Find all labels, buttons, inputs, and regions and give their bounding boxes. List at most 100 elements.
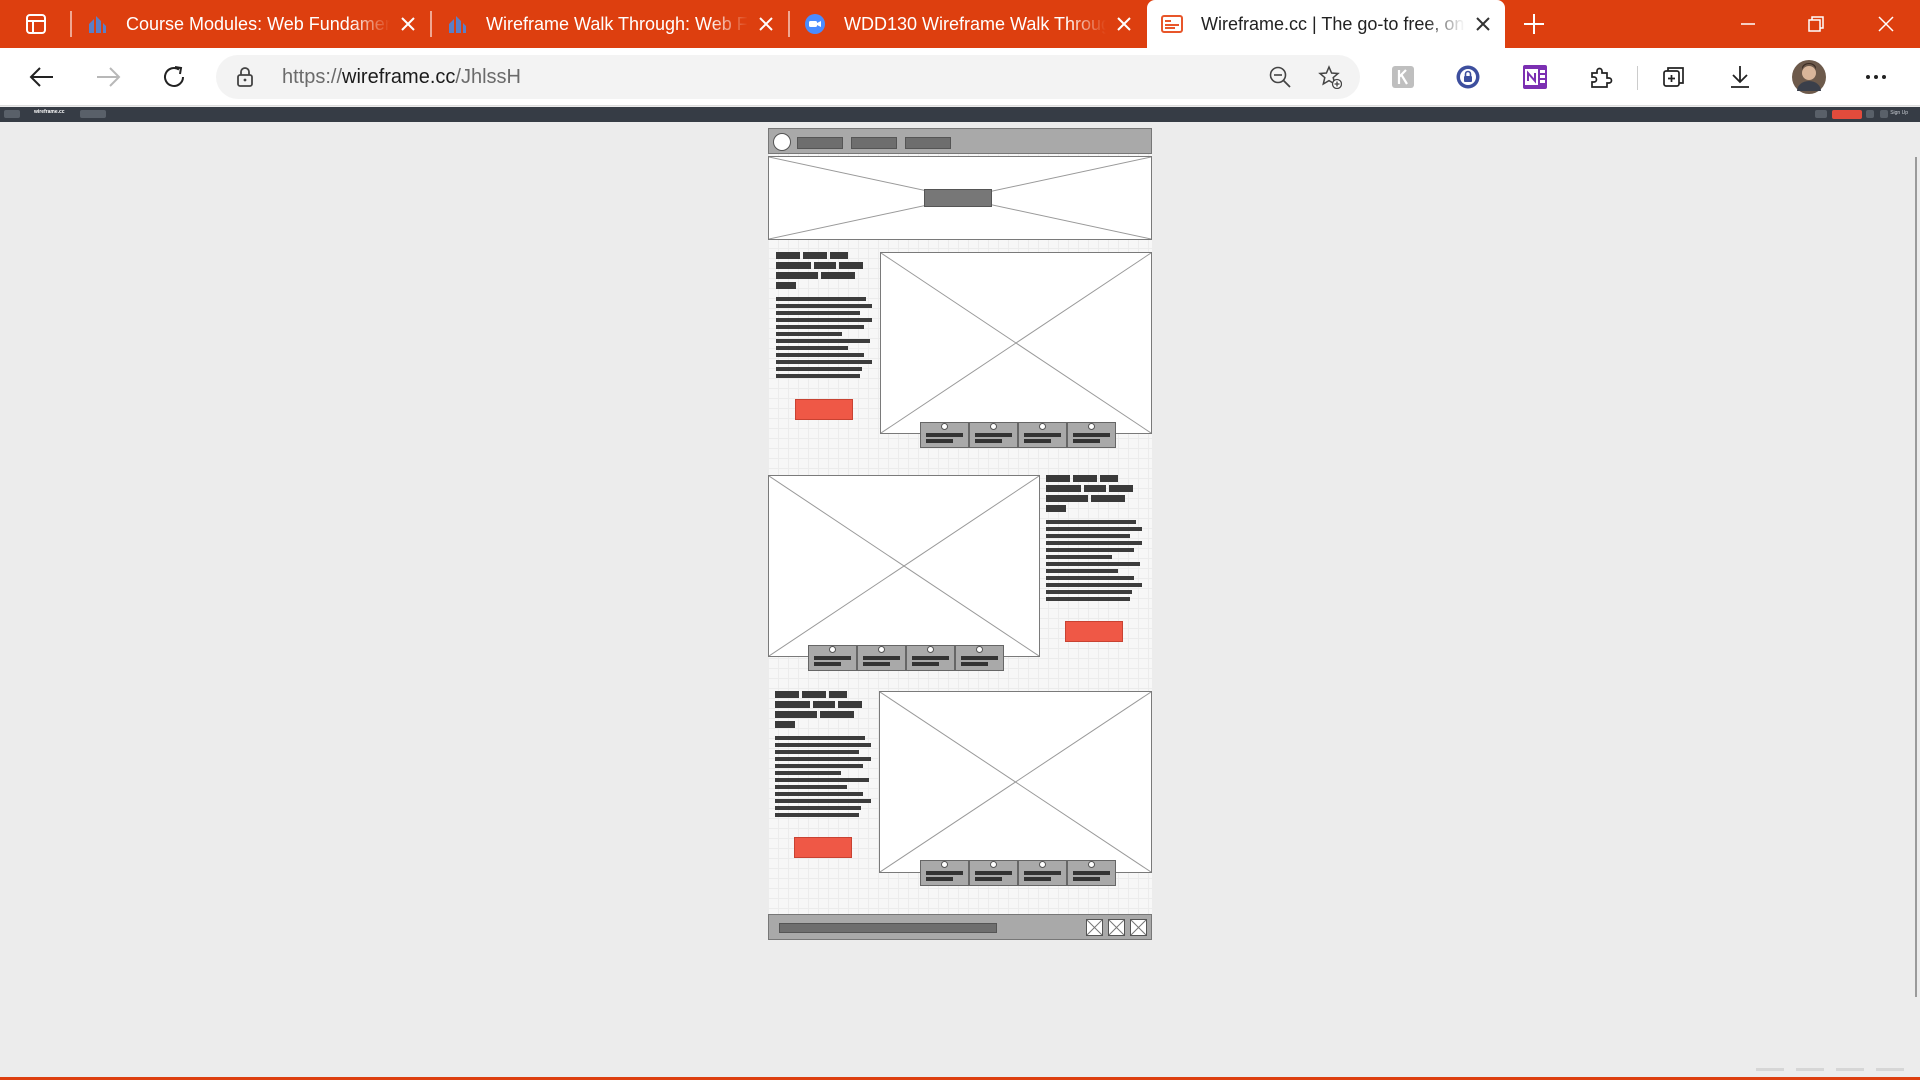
menu-icon[interactable] (4, 110, 20, 118)
wf-nav-link[interactable] (797, 137, 843, 149)
wf-footer[interactable] (768, 914, 1152, 940)
wf-text-block[interactable] (1046, 475, 1146, 601)
close-icon[interactable] (1114, 14, 1134, 34)
wf-carousel-item[interactable] (1067, 860, 1116, 886)
preview-icon[interactable] (1815, 110, 1827, 118)
wf-carousel-item[interactable] (906, 645, 955, 671)
menu-lines-icon[interactable] (1880, 110, 1888, 118)
tab-wireframe-cc[interactable]: Wireframe.cc | The go-to free, online wi… (1147, 0, 1505, 48)
wf-carousel-item[interactable] (920, 860, 969, 886)
onenote-icon (1523, 65, 1547, 89)
canvas-icon (89, 16, 106, 33)
wf-carousel[interactable] (808, 645, 1004, 671)
wf-carousel[interactable] (920, 860, 1116, 886)
save-button[interactable] (1832, 110, 1862, 119)
canvas-icon (449, 16, 466, 33)
tab-strip: Course Modules: Web Fundamentals Wirefra… (0, 0, 1920, 48)
wf-carousel-item[interactable] (857, 645, 906, 671)
tab-title: Wireframe Walk Through: Web Fundamentals (486, 14, 748, 34)
password-manager-button[interactable] (1454, 63, 1482, 91)
refresh-icon (164, 66, 184, 87)
signup-link[interactable]: Sign Up (1890, 110, 1908, 116)
wf-carousel-item[interactable] (969, 422, 1018, 448)
window-close-button[interactable] (1866, 0, 1906, 48)
grid-icon[interactable] (1866, 110, 1874, 118)
status-indicator (1756, 1068, 1784, 1071)
close-icon[interactable] (398, 14, 418, 34)
wf-hero-image-placeholder[interactable] (768, 156, 1152, 240)
wf-social-icon-placeholder[interactable] (1086, 919, 1103, 936)
new-tab-button[interactable] (1514, 0, 1554, 48)
downloads-button[interactable] (1726, 63, 1754, 91)
favorite-add-icon[interactable] (1318, 65, 1342, 89)
wf-carousel[interactable] (920, 422, 1116, 448)
extension-button[interactable] (1389, 63, 1417, 91)
wf-hero-button[interactable] (924, 189, 992, 207)
wf-image-placeholder[interactable] (880, 252, 1152, 434)
password-manager-icon (1456, 65, 1480, 89)
extension-k-icon (1392, 66, 1414, 88)
close-icon (1878, 16, 1894, 32)
avatar (1792, 60, 1826, 94)
wireframe-page[interactable] (768, 128, 1152, 940)
browser-toolbar: https://wireframe.cc/JhlssH (0, 48, 1920, 106)
url-path: /JhlssH (455, 66, 521, 88)
wf-image-placeholder[interactable] (879, 691, 1152, 873)
wf-carousel-item[interactable] (1018, 860, 1067, 886)
profile-button[interactable] (1791, 59, 1827, 95)
tab-wireframe-walkthrough[interactable]: Wireframe Walk Through: Web Fundamentals (432, 0, 788, 48)
restore-button[interactable] (1796, 0, 1836, 48)
extensions-button[interactable] (1587, 63, 1615, 91)
collections-button[interactable] (1660, 63, 1688, 91)
app-brand[interactable]: wireframe.cc (34, 109, 65, 115)
zoom-out-icon[interactable] (1268, 65, 1292, 89)
tab-actions-button[interactable] (16, 0, 56, 48)
tab-title: Wireframe.cc | The go-to free, online wi… (1201, 14, 1465, 34)
wireframe-canvas[interactable] (0, 122, 1920, 1080)
plus-icon (1524, 14, 1544, 34)
wf-social-icon-placeholder[interactable] (1108, 919, 1125, 936)
wf-carousel-item[interactable] (920, 422, 969, 448)
wf-carousel-item[interactable] (1018, 422, 1067, 448)
wf-carousel-item[interactable] (808, 645, 857, 671)
settings-menu-button[interactable] (1862, 63, 1890, 91)
wf-navbar[interactable] (768, 128, 1152, 154)
minimize-button[interactable] (1728, 0, 1768, 48)
wf-nav-link[interactable] (851, 137, 897, 149)
url-prefix: https:// (282, 66, 343, 88)
tab-actions-icon (26, 14, 46, 34)
url-text[interactable]: https://wireframe.cc/JhlssH (282, 55, 521, 99)
onenote-button[interactable] (1521, 63, 1549, 91)
tab-wdd130-zoom[interactable]: WDD130 Wireframe Walk Through (790, 0, 1146, 48)
wireframe-icon (1161, 15, 1183, 33)
refresh-button[interactable] (156, 59, 192, 95)
wf-carousel-item[interactable] (969, 860, 1018, 886)
address-bar[interactable]: https://wireframe.cc/JhlssH (216, 55, 1360, 99)
more-options-icon (1866, 75, 1886, 79)
wf-cta-button[interactable] (795, 399, 853, 420)
lock-icon[interactable] (236, 67, 254, 87)
zoom-icon (805, 14, 825, 34)
wf-text-block[interactable] (775, 691, 875, 817)
close-icon[interactable] (1473, 14, 1493, 34)
wf-carousel-item[interactable] (955, 645, 1004, 671)
wf-footer-bar[interactable] (779, 923, 997, 933)
wf-cta-button[interactable] (794, 837, 852, 858)
wf-carousel-item[interactable] (1067, 422, 1116, 448)
wf-nav-link[interactable] (905, 137, 951, 149)
wf-cta-button[interactable] (1065, 621, 1123, 642)
close-icon[interactable] (756, 14, 776, 34)
tab-course-modules[interactable]: Course Modules: Web Fundamentals (72, 0, 430, 48)
wf-social-icon-placeholder[interactable] (1130, 919, 1147, 936)
wf-text-block[interactable] (776, 252, 876, 378)
toolbar-divider (1637, 66, 1638, 90)
wf-image-placeholder[interactable] (768, 475, 1040, 657)
app-menubar: wireframe.cc Sign Up (0, 107, 1920, 122)
back-button[interactable] (24, 59, 60, 95)
undo-redo-icon[interactable] (80, 110, 106, 118)
forward-button[interactable] (90, 59, 126, 95)
vertical-scrollbar[interactable] (1915, 157, 1917, 997)
tab-title: WDD130 Wireframe Walk Through (844, 14, 1106, 34)
status-indicator (1876, 1068, 1904, 1071)
wf-logo-placeholder[interactable] (773, 133, 791, 151)
